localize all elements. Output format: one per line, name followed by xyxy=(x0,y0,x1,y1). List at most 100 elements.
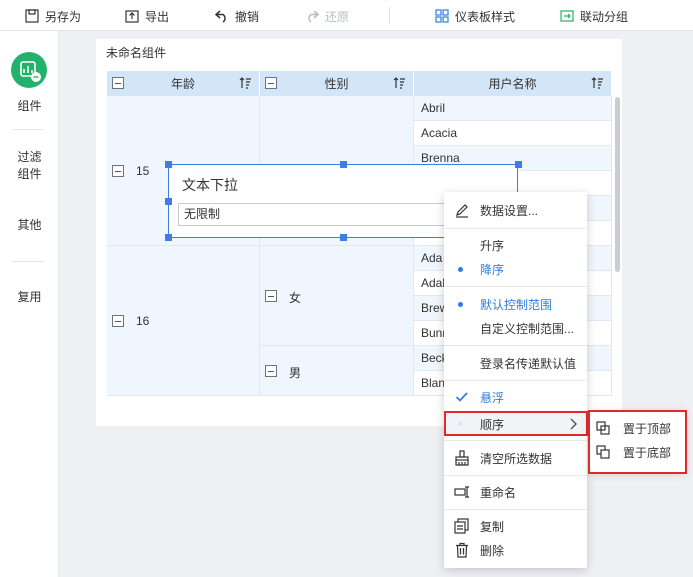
menu-item-descending[interactable]: 降序 xyxy=(444,258,587,280)
gender-value: 女 xyxy=(289,291,302,305)
pencil-icon xyxy=(456,204,468,218)
collapse-icon[interactable] xyxy=(112,165,124,177)
redo-button[interactable]: 还原 xyxy=(305,7,349,25)
table-scrollbar[interactable] xyxy=(615,97,620,272)
menu-item-copy[interactable]: 复制 xyxy=(444,515,587,537)
link-group-icon xyxy=(560,10,574,22)
column-header-gender[interactable]: 性别 xyxy=(260,71,414,96)
undo-button[interactable]: 撤销 xyxy=(215,7,259,25)
table-group-cell: 16 xyxy=(107,246,260,396)
dashboard-style-label: 仪表板样式 xyxy=(455,9,516,24)
menu-item-label: 默认控制范围 xyxy=(480,297,553,312)
collapse-icon[interactable] xyxy=(265,290,277,302)
context-menu: 数据设置... 升序 降序 默认控制范围 自定义控制范围... 登录名传递默认值… xyxy=(444,192,587,568)
table-group-cell: 女 xyxy=(260,246,414,346)
top-toolbar: 另存为 导出 撤销 还原 仪表板样式 联动分组 xyxy=(0,0,693,31)
menu-item-label: 升序 xyxy=(480,238,505,253)
sort-icon[interactable] xyxy=(591,77,604,89)
cell-text: Brenna xyxy=(421,151,460,165)
collapse-icon[interactable] xyxy=(265,365,277,377)
sidebar-item-reuse[interactable]: 复用 xyxy=(0,289,59,306)
rename-icon xyxy=(454,486,469,498)
resize-handle[interactable] xyxy=(515,161,522,168)
toolbar-divider xyxy=(389,7,390,24)
copy-icon xyxy=(454,518,469,534)
resize-handle[interactable] xyxy=(165,234,172,241)
gender-value: 男 xyxy=(289,366,302,380)
menu-item-rename[interactable]: 重命名 xyxy=(444,481,587,503)
menu-divider xyxy=(444,345,587,346)
menu-item-clear-selection[interactable]: 清空所选数据 xyxy=(444,447,587,469)
menu-item-delete[interactable]: 删除 xyxy=(444,539,587,561)
age-value: 15 xyxy=(136,164,150,178)
link-group-label: 联动分组 xyxy=(580,9,629,24)
redo-icon xyxy=(308,10,319,23)
table-cell-username[interactable]: Acacia xyxy=(414,121,612,146)
highlight-box xyxy=(588,410,687,474)
checkmark-icon xyxy=(455,392,468,402)
trash-icon xyxy=(456,542,468,558)
export-button[interactable]: 导出 xyxy=(125,7,169,25)
save-as-button[interactable]: 另存为 xyxy=(25,7,81,25)
collapse-icon[interactable] xyxy=(112,315,124,327)
column-header-label: 用户名称 xyxy=(488,77,537,91)
resize-handle[interactable] xyxy=(340,161,347,168)
redo-label: 还原 xyxy=(325,9,350,24)
menu-item-label: 数据设置... xyxy=(480,203,539,218)
menu-item-label: 复制 xyxy=(480,519,505,534)
dashboard-style-button[interactable]: 仪表板样式 xyxy=(435,7,515,25)
sidebar-divider xyxy=(12,129,44,130)
collapse-icon[interactable] xyxy=(112,77,124,89)
column-header-age[interactable]: 年龄 xyxy=(107,71,260,96)
sort-icon[interactable] xyxy=(393,77,406,89)
menu-item-label: 删除 xyxy=(480,543,505,558)
column-header-username[interactable]: 用户名称 xyxy=(414,71,612,96)
menu-divider xyxy=(444,440,587,441)
cell-text: Abril xyxy=(421,101,446,115)
sidebar-divider xyxy=(12,261,44,262)
menu-divider xyxy=(444,475,587,476)
menu-divider xyxy=(444,286,587,287)
menu-item-login-default[interactable]: 登录名传递默认值 xyxy=(444,352,587,374)
table-cell-username[interactable]: Abril xyxy=(414,96,612,121)
menu-item-label: 自定义控制范围... xyxy=(480,321,575,336)
link-group-button[interactable]: 联动分组 xyxy=(560,7,628,25)
collapse-icon[interactable] xyxy=(265,77,277,89)
widget-icon[interactable] xyxy=(11,52,47,88)
menu-item-label: 降序 xyxy=(480,262,505,277)
selected-dot-icon xyxy=(458,302,463,307)
sort-icon[interactable] xyxy=(239,77,252,89)
clear-brush-icon xyxy=(455,450,469,466)
resize-handle[interactable] xyxy=(165,161,172,168)
sidebar-item-filter-components[interactable]: 过滤 组件 xyxy=(0,149,59,183)
left-sidebar: 组件 过滤 组件 其他 复用 xyxy=(0,31,59,577)
save-as-label: 另存为 xyxy=(45,9,82,24)
table-group-cell: 男 xyxy=(260,346,414,396)
menu-divider xyxy=(444,509,587,510)
menu-item-default-scope[interactable]: 默认控制范围 xyxy=(444,293,587,315)
column-header-label: 性别 xyxy=(324,77,349,91)
menu-item-label: 登录名传递默认值 xyxy=(480,356,577,371)
selected-dot-icon xyxy=(458,267,463,272)
menu-divider xyxy=(444,380,587,381)
resize-handle[interactable] xyxy=(165,198,172,205)
column-header-label: 年龄 xyxy=(170,77,195,91)
menu-item-custom-scope[interactable]: 自定义控制范围... xyxy=(444,317,587,339)
menu-item-float[interactable]: 悬浮 xyxy=(444,386,587,408)
menu-item-ascending[interactable]: 升序 xyxy=(444,234,587,256)
undo-label: 撤销 xyxy=(235,9,260,24)
menu-item-data-settings[interactable]: 数据设置... xyxy=(444,199,587,221)
menu-divider xyxy=(444,228,587,229)
sidebar-item-components[interactable]: 组件 xyxy=(0,98,59,115)
filter-widget-title: 文本下拉 xyxy=(182,177,238,193)
grid-icon xyxy=(435,9,449,23)
menu-item-label: 重命名 xyxy=(480,485,517,500)
cell-text: Ada xyxy=(421,251,443,265)
export-icon xyxy=(125,10,139,23)
save-icon xyxy=(25,9,39,23)
sidebar-item-other[interactable]: 其他 xyxy=(0,217,59,234)
undo-icon xyxy=(215,10,226,23)
highlight-box xyxy=(444,411,588,436)
widget-title: 未命名组件 xyxy=(106,46,167,60)
resize-handle[interactable] xyxy=(340,234,347,241)
